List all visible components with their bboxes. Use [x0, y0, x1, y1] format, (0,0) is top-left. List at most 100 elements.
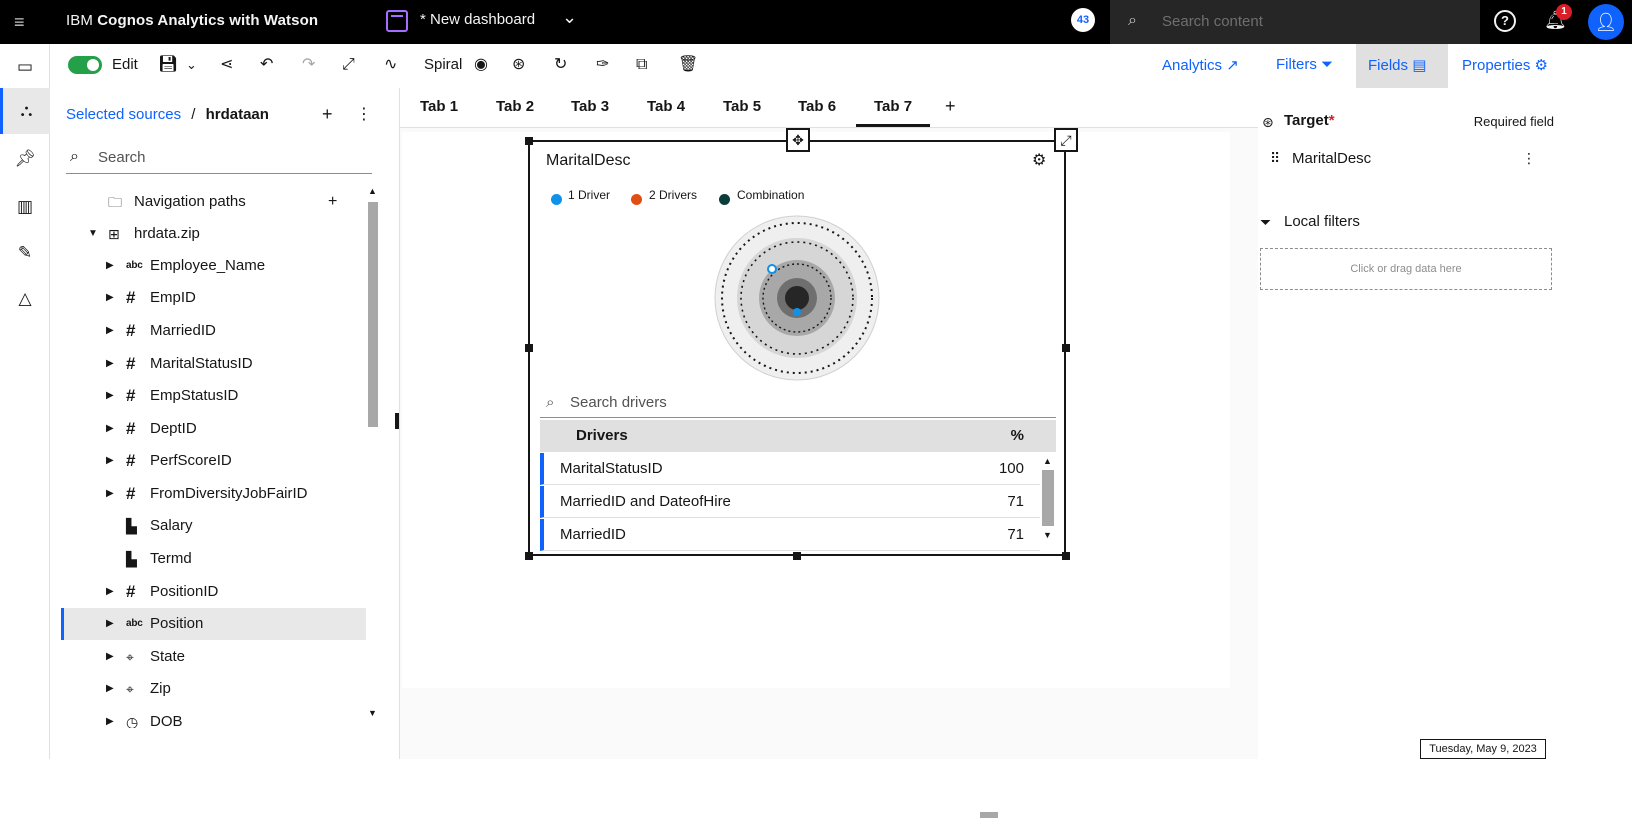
tree-item[interactable]: ▶ # MaritalStatusID — [50, 348, 366, 380]
filters-button[interactable]: Filters ⏷ — [1276, 56, 1333, 73]
caret-right-icon[interactable]: ▶ — [106, 315, 114, 347]
expand-icon[interactable]: ⤢ — [1054, 128, 1078, 152]
tree-item[interactable]: ▶ # MarriedID — [50, 315, 366, 347]
resize-handle[interactable] — [525, 344, 533, 352]
move-icon[interactable]: ✥ — [786, 128, 810, 152]
tree-item[interactable]: ▶ # PositionID — [50, 576, 366, 608]
target-field[interactable]: MaritalDesc — [1292, 150, 1371, 167]
undo-icon[interactable]: ↶ — [260, 54, 273, 76]
overflow-menu-icon[interactable]: ⋮ — [1522, 150, 1536, 167]
chevron-down-icon[interactable]: ⌄ — [562, 7, 577, 28]
tab-4[interactable]: Tab 4 — [647, 98, 685, 115]
caret-right-icon[interactable]: ▶ — [106, 445, 114, 477]
tree-item[interactable]: ▶ abc Employee_Name — [50, 250, 366, 282]
visualization-type-label[interactable]: Spiral — [424, 56, 462, 73]
spiral-chart[interactable] — [714, 214, 880, 382]
resize-handle[interactable] — [793, 552, 801, 560]
comment-icon[interactable]: ▭ — [0, 44, 50, 90]
driver-point[interactable] — [793, 308, 801, 316]
caret-right-icon[interactable]: ▶ — [106, 380, 114, 412]
fullscreen-icon[interactable]: ⤢ — [342, 54, 355, 76]
tree-item[interactable]: ▼ ⊞ hrdata.zip — [50, 218, 366, 250]
search-input[interactable]: Search content — [1162, 13, 1263, 30]
tree-item-selected[interactable]: ▶ abc Position — [61, 608, 366, 640]
add-tab-icon[interactable]: + — [945, 96, 956, 117]
redo-icon[interactable]: ↷ — [302, 54, 315, 76]
canvas-scroll-handle[interactable] — [980, 812, 998, 818]
scroll-up-icon[interactable]: ▲ — [1043, 456, 1052, 466]
content-search[interactable]: ⌕ Search content — [1110, 0, 1480, 44]
change-visualization-icon[interactable]: ∿ — [384, 54, 397, 76]
pin-icon[interactable]: ✑ — [596, 54, 609, 76]
tree-item[interactable]: ▶ ⌖ Zip — [50, 673, 366, 705]
source-search[interactable]: ⌕ Search — [66, 142, 372, 174]
refresh-icon[interactable]: ↻ — [554, 54, 567, 76]
tree-item[interactable]: ▶ # EmpStatusID — [50, 380, 366, 412]
properties-button[interactable]: Properties ⚙ — [1462, 56, 1548, 74]
overflow-menu-icon[interactable]: ⋮ — [356, 104, 372, 124]
tree-item[interactable]: ▶ ⌖ State — [50, 641, 366, 673]
widgets-icon[interactable]: ✎ — [0, 230, 50, 276]
resize-handle[interactable] — [1062, 344, 1070, 352]
selected-sources-link[interactable]: Selected sources — [66, 106, 181, 123]
caret-right-icon[interactable]: ▶ — [106, 608, 114, 640]
tree-item[interactable]: 🗀︎ Navigation paths + — [50, 186, 366, 218]
driver-point[interactable] — [767, 264, 777, 274]
column-header-drivers[interactable]: Drivers — [576, 420, 628, 452]
tree-scrollbar[interactable] — [368, 202, 378, 427]
count-badge[interactable]: 43 — [1071, 8, 1095, 32]
driver-search[interactable]: ⌕ Search drivers — [540, 388, 1056, 418]
tree-item[interactable]: ▙ Salary — [50, 510, 366, 542]
filter-drop-zone[interactable]: Click or drag data here — [1260, 248, 1552, 290]
tab-3[interactable]: Tab 3 — [571, 98, 609, 115]
user-avatar[interactable]: 👤︎ — [1588, 4, 1624, 40]
tree-item[interactable]: ▶ # FromDiversityJobFairID — [50, 478, 366, 510]
tree-item[interactable]: ▶ # EmpID — [50, 282, 366, 314]
resize-handle[interactable] — [525, 137, 533, 145]
visualizations-icon[interactable]: ▥ — [0, 184, 50, 230]
settings-icon[interactable]: ⚙ — [1032, 150, 1046, 170]
table-row[interactable]: MarriedID 71 — [540, 519, 1040, 551]
panel-resize-handle[interactable] — [395, 413, 399, 429]
tree-item[interactable]: ▶ ◷ DOB — [50, 706, 366, 728]
tab-7[interactable]: Tab 7 — [874, 98, 912, 115]
caret-right-icon[interactable]: ▶ — [106, 348, 114, 380]
tab-1[interactable]: Tab 1 — [420, 98, 458, 115]
search-input[interactable]: Search drivers — [570, 394, 667, 411]
table-scrollbar[interactable] — [1042, 470, 1054, 526]
delete-icon[interactable]: 🗑︎ — [678, 54, 698, 76]
spiral-icon[interactable]: ◉ — [474, 54, 488, 76]
duplicate-icon[interactable]: ⧉ — [636, 54, 647, 76]
assistant-icon[interactable]: △ — [0, 276, 50, 322]
column-header-percent[interactable]: % — [1011, 420, 1024, 452]
analytics-button[interactable]: Analytics ↗ — [1162, 56, 1239, 74]
tree-item[interactable]: ▙ Termd — [50, 543, 366, 575]
resize-handle[interactable] — [1062, 552, 1070, 560]
chevron-down-icon[interactable]: ⌄ — [186, 54, 197, 76]
dashboard-title[interactable]: * New dashboard — [420, 11, 535, 28]
pin-icon[interactable]: 📌︎ — [0, 136, 50, 182]
caret-right-icon[interactable]: ▶ — [106, 250, 114, 282]
caret-right-icon[interactable]: ▶ — [106, 706, 114, 728]
data-sources-icon[interactable]: ⛬ — [0, 88, 50, 134]
tree-item[interactable]: ▶ # DeptID — [50, 413, 366, 445]
tab-2[interactable]: Tab 2 — [496, 98, 534, 115]
tab-6[interactable]: Tab 6 — [798, 98, 836, 115]
fields-button[interactable]: Fields ▤ — [1368, 56, 1426, 74]
scroll-down-icon[interactable]: ▼ — [368, 708, 377, 718]
caret-right-icon[interactable]: ▶ — [106, 576, 114, 608]
drag-handle-icon[interactable]: ⠿ — [1270, 150, 1280, 167]
caret-right-icon[interactable]: ▶ — [106, 282, 114, 314]
caret-down-icon[interactable]: ▼ — [88, 218, 98, 250]
target-icon[interactable]: ⊛ — [512, 54, 525, 76]
scroll-up-icon[interactable]: ▲ — [368, 186, 377, 196]
hamburger-menu-icon[interactable]: ≡ — [14, 12, 34, 32]
save-icon[interactable]: 💾︎ — [158, 54, 178, 76]
caret-right-icon[interactable]: ▶ — [106, 641, 114, 673]
resize-handle[interactable] — [525, 552, 533, 560]
caret-right-icon[interactable]: ▶ — [106, 673, 114, 705]
add-source-icon[interactable]: + — [322, 104, 333, 125]
edit-toggle[interactable] — [68, 56, 102, 74]
table-row[interactable]: MarriedID and DateofHire 71 — [540, 486, 1040, 518]
caret-right-icon[interactable]: ▶ — [106, 478, 114, 510]
